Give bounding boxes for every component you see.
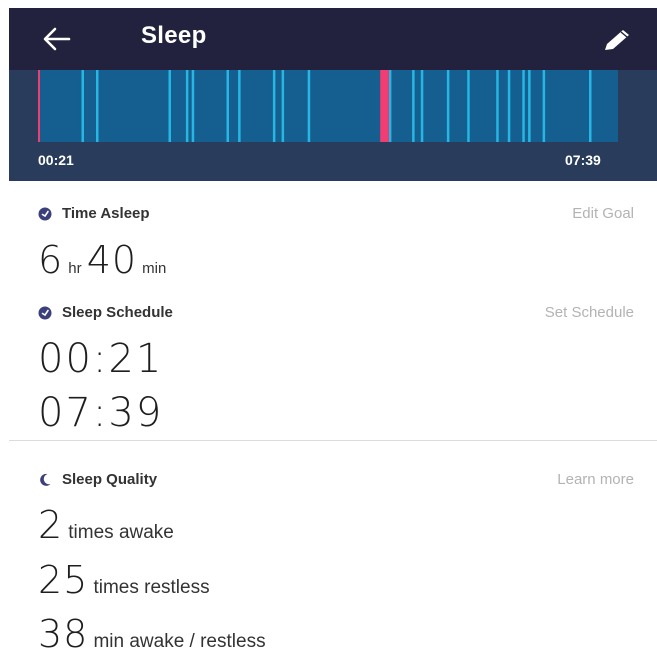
restless-mark bbox=[281, 70, 285, 142]
minutes-unit: min bbox=[142, 260, 167, 277]
restless-mark bbox=[168, 70, 171, 142]
sleep-schedule-title: Sleep Schedule bbox=[62, 304, 173, 321]
restless-mark bbox=[412, 70, 415, 142]
check-circle-icon bbox=[38, 306, 52, 320]
awake-restless-minutes: 38 bbox=[38, 612, 89, 656]
minutes-value: 40 bbox=[86, 238, 138, 282]
time-asleep-title: Time Asleep bbox=[62, 205, 150, 222]
sleep-schedule-header: Sleep Schedule Set Schedule bbox=[38, 304, 634, 324]
awake-restless-row: 38 min awake / restless bbox=[38, 612, 266, 656]
back-button[interactable] bbox=[42, 26, 72, 52]
sleep-stages-chart bbox=[38, 70, 618, 142]
time-asleep-header: Time Asleep Edit Goal bbox=[38, 205, 634, 225]
moon-icon bbox=[40, 473, 51, 486]
awake-restless-label: min awake / restless bbox=[93, 631, 266, 652]
restless-mark bbox=[589, 70, 592, 142]
restless-mark bbox=[307, 70, 311, 142]
awake-count: 2 bbox=[38, 503, 64, 547]
restless-label: times restless bbox=[93, 577, 210, 598]
restless-mark bbox=[507, 70, 511, 142]
restless-mark bbox=[81, 70, 84, 142]
hours-value: 6 bbox=[38, 238, 64, 282]
section-divider bbox=[9, 440, 657, 441]
restless-mark bbox=[496, 70, 499, 142]
awake-count-row: 2 times awake bbox=[38, 503, 174, 547]
bedtime-value: 00:21 bbox=[38, 336, 164, 382]
restless-mark bbox=[388, 70, 392, 142]
app-bar: Sleep bbox=[9, 8, 657, 70]
restless-mark bbox=[191, 70, 195, 142]
sleep-quality-title: Sleep Quality bbox=[62, 471, 158, 488]
sleep-quality-header: Sleep Quality Learn more bbox=[38, 471, 634, 491]
timeline-start-time: 00:21 bbox=[38, 152, 74, 168]
restless-mark bbox=[272, 70, 276, 142]
restless-count: 25 bbox=[38, 558, 89, 602]
hours-unit: hr bbox=[68, 260, 82, 277]
arrow-left-icon bbox=[43, 27, 71, 51]
start-edge-mark bbox=[38, 70, 40, 142]
edit-goal-link[interactable]: Edit Goal bbox=[572, 205, 634, 222]
pencil-icon bbox=[605, 30, 629, 50]
page-title: Sleep bbox=[141, 22, 207, 49]
restless-mark bbox=[528, 70, 531, 142]
restless-mark bbox=[226, 70, 229, 142]
asleep-band bbox=[38, 70, 618, 142]
restless-mark bbox=[238, 70, 241, 142]
time-asleep-value: 6 hr 40 min bbox=[38, 238, 166, 282]
set-schedule-link[interactable]: Set Schedule bbox=[545, 304, 634, 321]
restless-mark bbox=[96, 70, 99, 142]
learn-more-link[interactable]: Learn more bbox=[557, 471, 634, 488]
wake-time-value: 07:39 bbox=[38, 390, 164, 436]
restless-mark bbox=[522, 70, 525, 142]
sleep-timeline: 00:21 07:39 bbox=[9, 70, 657, 181]
restless-count-row: 25 times restless bbox=[38, 558, 210, 602]
awake-mark bbox=[380, 70, 389, 142]
awake-label: times awake bbox=[68, 522, 174, 543]
restless-mark bbox=[446, 70, 450, 142]
restless-mark bbox=[467, 70, 470, 142]
edit-button[interactable] bbox=[601, 28, 635, 54]
left-edge bbox=[0, 0, 9, 652]
check-circle-icon bbox=[38, 207, 52, 221]
timeline-end-time: 07:39 bbox=[565, 152, 601, 168]
restless-mark bbox=[185, 70, 189, 142]
restless-mark bbox=[420, 70, 424, 142]
restless-mark bbox=[542, 70, 546, 142]
